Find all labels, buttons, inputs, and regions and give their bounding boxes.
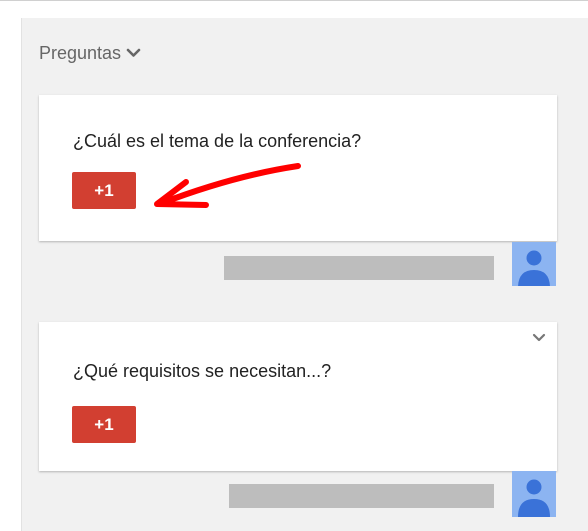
top-divider (0, 0, 588, 1)
avatar[interactable] (512, 242, 556, 286)
chevron-down-icon (126, 48, 141, 57)
questions-dropdown[interactable]: Preguntas (39, 42, 141, 64)
plus-one-button[interactable]: +1 (72, 406, 136, 443)
person-icon (518, 250, 550, 286)
question-card: ¿Cuál es el tema de la conferencia? +1 (39, 95, 557, 241)
question-text: ¿Qué requisitos se necesitan...? (73, 361, 332, 381)
avatar[interactable] (512, 471, 556, 517)
questions-panel: Preguntas ¿Cuál es el tema de la confere… (21, 18, 588, 531)
questions-title: Preguntas (39, 42, 122, 63)
person-icon (518, 479, 550, 517)
question-text: ¿Cuál es el tema de la conferencia? (73, 131, 362, 151)
question-card: ¿Qué requisitos se necesitan...? +1 (39, 322, 557, 471)
author-name-placeholder (224, 256, 494, 280)
author-name-placeholder (229, 484, 494, 508)
chevron-down-icon (532, 333, 546, 342)
question-menu-button[interactable] (531, 332, 547, 344)
plus-one-button[interactable]: +1 (72, 172, 136, 209)
